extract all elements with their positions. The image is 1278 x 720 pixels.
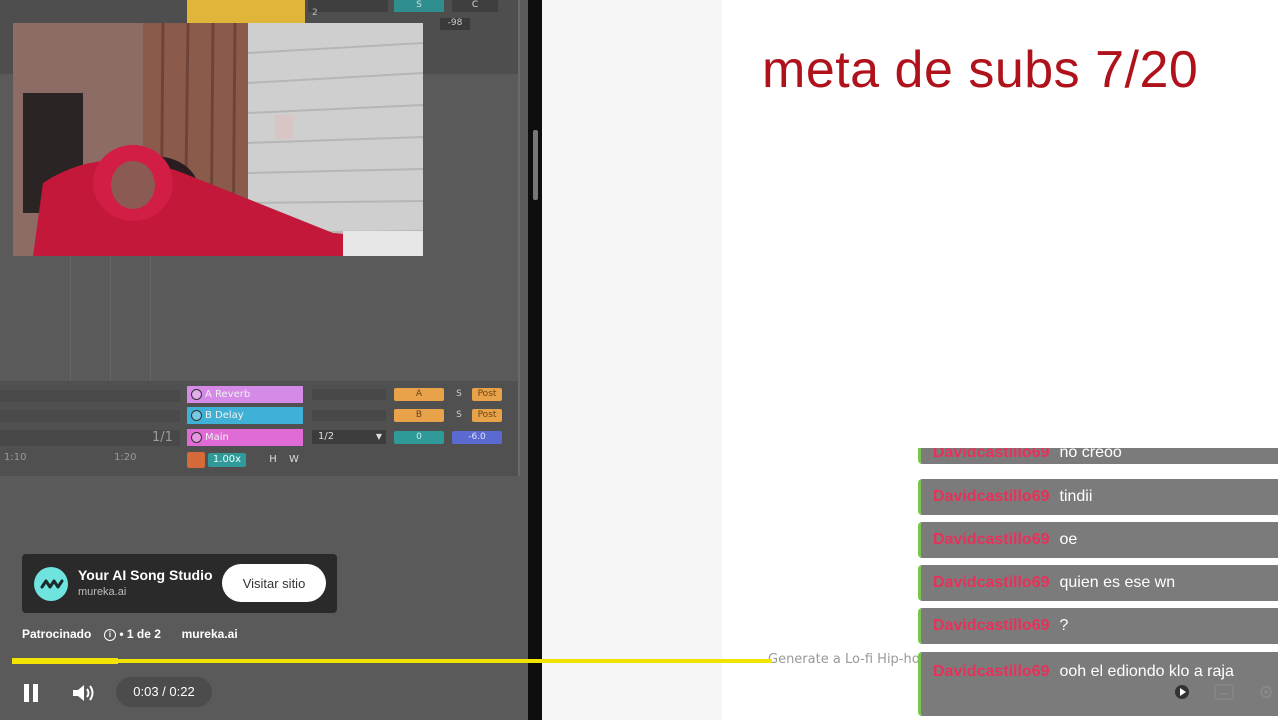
mixer-row-bg xyxy=(0,410,180,422)
db-field[interactable]: -6.0 xyxy=(452,431,502,444)
chat-text: no creoo xyxy=(1059,448,1122,461)
captions-icon[interactable] xyxy=(1212,680,1236,704)
track-activator-icon[interactable] xyxy=(191,409,202,421)
h-button[interactable]: H xyxy=(266,453,280,467)
webcam-feed xyxy=(13,23,423,256)
progress-fill xyxy=(12,658,119,664)
post-button[interactable]: Post xyxy=(472,409,502,422)
chevron-down-icon: ▼ xyxy=(375,432,382,441)
pause-button[interactable] xyxy=(16,678,46,708)
tempo-field[interactable]: 1.00x xyxy=(208,453,246,467)
ad-card[interactable]: Your AI Song Studio mureka.ai Visitar si… xyxy=(22,554,337,613)
solo-button[interactable]: S xyxy=(452,388,466,401)
volume-icon xyxy=(73,685,94,701)
ad-title[interactable]: Your AI Song Studio xyxy=(78,567,213,583)
grid-line xyxy=(110,256,111,381)
chat-username: Davidcastillo69 xyxy=(933,663,1050,680)
grid-line xyxy=(70,256,71,381)
chat-message: Davidcastillo69 no creoo xyxy=(918,448,1278,464)
w-button[interactable]: W xyxy=(286,453,302,467)
visit-site-button[interactable]: Visitar sitio xyxy=(222,564,326,602)
solo-button[interactable]: S xyxy=(452,409,466,422)
chat-username: Davidcastillo69 xyxy=(933,448,1050,461)
send-slider[interactable] xyxy=(312,410,386,421)
tempo-icon[interactable] xyxy=(187,452,205,468)
timeline-label: 1:10 xyxy=(4,452,27,463)
track-main[interactable]: Main xyxy=(187,429,303,446)
sponsored-row: Patrocinado i • 1 de 2 mureka.ai xyxy=(22,627,238,641)
chat-text: ooh el ediondo klo a raja xyxy=(1059,663,1234,680)
send-b-button[interactable]: B xyxy=(394,409,444,422)
chat-message: Davidcastillo69 quien es ese wn xyxy=(918,565,1278,601)
sponsor-domain-link[interactable]: mureka.ai xyxy=(182,627,238,641)
ad-domain[interactable]: mureka.ai xyxy=(78,586,126,598)
chat-message: Davidcastillo69 oe xyxy=(918,522,1278,558)
chat-username: Davidcastillo69 xyxy=(933,531,1050,548)
subscriber-goal: meta de subs 7/20 xyxy=(762,41,1199,99)
send-slider[interactable] xyxy=(312,389,386,400)
chat-text: tindii xyxy=(1059,488,1093,505)
daw-top-teal[interactable]: S xyxy=(394,0,444,12)
daw-clip-yellow[interactable] xyxy=(187,0,305,24)
grid-line xyxy=(150,256,151,381)
play-circle-icon[interactable] xyxy=(1170,680,1194,704)
volume-field[interactable]: 0 xyxy=(394,431,444,444)
chat-message: Davidcastillo69 tindii xyxy=(918,479,1278,515)
scrollbar-thumb[interactable] xyxy=(533,130,538,200)
daw-top-value: -98 xyxy=(440,18,470,30)
output-select[interactable]: 1/2 ▼ xyxy=(312,430,386,444)
time-signature: 1/1 xyxy=(152,430,173,445)
gear-icon[interactable] xyxy=(1254,680,1278,704)
daw-top-select[interactable]: 2 xyxy=(308,0,388,18)
send-a-button[interactable]: A xyxy=(394,388,444,401)
track-a-reverb[interactable]: A Reverb xyxy=(187,386,303,403)
chat-username: Davidcastillo69 xyxy=(933,574,1050,591)
webcam-image xyxy=(13,23,423,256)
panel-border xyxy=(518,0,520,476)
ad-position: • 1 de 2 xyxy=(119,627,161,641)
panel-divider xyxy=(528,0,542,720)
pause-icon xyxy=(24,684,38,702)
side-panel xyxy=(542,0,722,720)
post-button[interactable]: Post xyxy=(472,388,502,401)
timeline-label: 1:20 xyxy=(114,452,137,463)
chat-message: Davidcastillo69? xyxy=(918,608,1278,644)
chat-text: quien es ese wn xyxy=(1059,574,1176,591)
mixer-row-bg xyxy=(0,390,180,402)
track-activator-icon[interactable] xyxy=(191,388,202,400)
track-activator-icon[interactable] xyxy=(191,431,202,443)
chat-text: ? xyxy=(1059,617,1069,634)
track-b-delay[interactable]: B Delay xyxy=(187,407,303,424)
chat-username: Davidcastillo69 xyxy=(933,617,1050,634)
player-controls: 0:03 / 0:22 xyxy=(0,670,540,720)
mureka-logo-icon xyxy=(34,567,68,601)
info-icon[interactable]: i xyxy=(104,628,117,641)
daw-top-c[interactable]: C xyxy=(452,0,498,12)
volume-button[interactable] xyxy=(68,678,100,708)
sponsored-label: Patrocinado xyxy=(22,627,92,641)
chat-username: Davidcastillo69 xyxy=(933,488,1050,505)
progress-bar[interactable] xyxy=(12,659,772,663)
chat-text: oe xyxy=(1059,531,1078,548)
time-display: 0:03 / 0:22 xyxy=(116,677,212,707)
